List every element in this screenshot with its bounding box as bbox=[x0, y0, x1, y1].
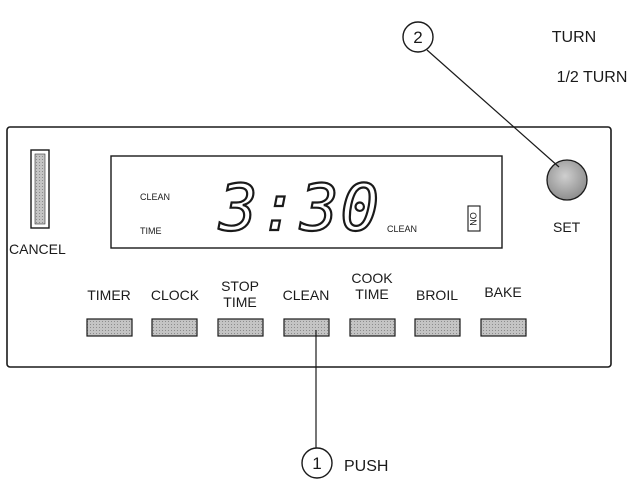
button-bake[interactable] bbox=[480, 318, 527, 337]
oven-control-diagram: CANCEL CLEAN TIME CLEAN ON 3:30 SET TIME… bbox=[0, 0, 644, 486]
button-timer-label: TIMER bbox=[87, 287, 131, 303]
button-cook-time[interactable] bbox=[349, 318, 396, 337]
indicator-clean-right: CLEAN bbox=[387, 224, 417, 234]
button-clock[interactable] bbox=[151, 318, 198, 337]
push-label: PUSH bbox=[344, 458, 388, 475]
button-clock-label: CLOCK bbox=[151, 287, 200, 303]
set-knob[interactable] bbox=[546, 159, 588, 201]
display-time: 3:30 bbox=[218, 172, 381, 246]
button-bake-label: BAKE bbox=[484, 284, 521, 300]
button-cook-time-label-1: COOK bbox=[351, 270, 393, 286]
indicator-time: TIME bbox=[140, 226, 162, 236]
indicator-on-label: ON bbox=[468, 212, 478, 226]
indicator-clean-top: CLEAN bbox=[140, 192, 170, 202]
cancel-label: CANCEL bbox=[9, 241, 66, 257]
cancel-button[interactable] bbox=[30, 149, 50, 229]
set-label: SET bbox=[553, 219, 581, 235]
button-stop-time[interactable] bbox=[217, 318, 264, 337]
step-2-number: 2 bbox=[413, 28, 422, 47]
leader-line-step-2 bbox=[426, 49, 560, 168]
step-1-number: 1 bbox=[312, 454, 321, 473]
button-cook-time-label-2: TIME bbox=[355, 286, 388, 302]
button-broil[interactable] bbox=[414, 318, 461, 337]
half-turn-label: 1/2 TURN bbox=[557, 69, 628, 86]
diagram-canvas: CANCEL CLEAN TIME CLEAN ON 3:30 SET TIME… bbox=[6, 21, 628, 479]
button-timer[interactable] bbox=[86, 318, 133, 337]
button-stop-time-label-2: TIME bbox=[223, 294, 256, 310]
function-buttons bbox=[86, 318, 527, 337]
button-clean-label: CLEAN bbox=[283, 287, 330, 303]
turn-label: TURN bbox=[552, 29, 596, 46]
button-broil-label: BROIL bbox=[416, 287, 458, 303]
button-stop-time-label-1: STOP bbox=[221, 278, 259, 294]
button-clean[interactable] bbox=[283, 318, 330, 337]
